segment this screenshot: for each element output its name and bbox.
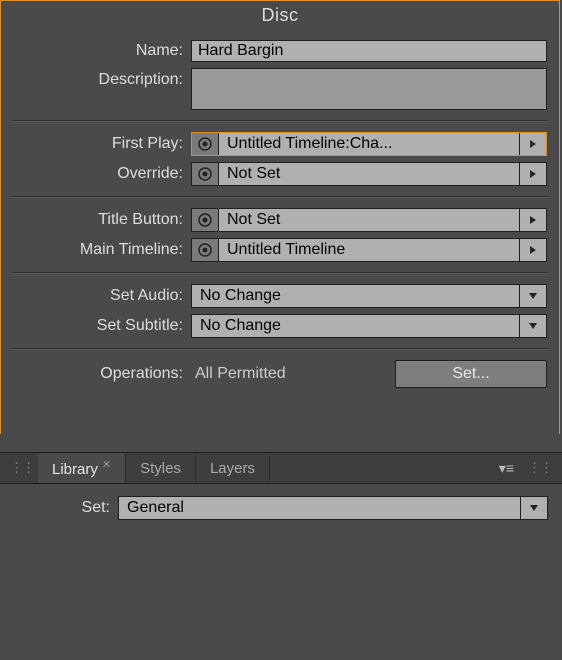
row-title-button: Title Button: Not Set bbox=[13, 208, 547, 232]
label-library-set: Set: bbox=[14, 499, 118, 517]
target-icon[interactable] bbox=[191, 162, 219, 186]
target-icon[interactable] bbox=[191, 208, 219, 232]
divider bbox=[13, 196, 547, 198]
tab-layers[interactable]: Layers bbox=[196, 455, 270, 482]
divider bbox=[13, 348, 547, 350]
main-timeline-value[interactable]: Untitled Timeline bbox=[219, 238, 519, 262]
override-menu-button[interactable] bbox=[519, 162, 547, 186]
row-name: Name: bbox=[13, 40, 547, 62]
row-operations: Operations: All Permitted Set... bbox=[13, 360, 547, 388]
grip-icon[interactable]: ⋮⋮ bbox=[524, 460, 556, 476]
main-timeline-picker[interactable]: Untitled Timeline bbox=[191, 238, 547, 262]
target-icon[interactable] bbox=[191, 238, 219, 262]
override-value[interactable]: Not Set bbox=[219, 162, 519, 186]
description-input[interactable] bbox=[191, 68, 547, 110]
name-input[interactable] bbox=[191, 40, 547, 62]
library-set-dropdown[interactable]: General bbox=[118, 496, 548, 520]
override-picker[interactable]: Not Set bbox=[191, 162, 547, 186]
panel-menu-icon[interactable]: ▾≡ bbox=[489, 460, 524, 477]
main-timeline-menu-button[interactable] bbox=[519, 238, 547, 262]
panel-tab-bar: ⋮⋮ Library ✕ Styles Layers ▾≡ ⋮⋮ bbox=[0, 452, 562, 484]
title-button-picker[interactable]: Not Set bbox=[191, 208, 547, 232]
target-icon[interactable] bbox=[191, 132, 219, 156]
row-set-audio: Set Audio: No Change bbox=[13, 284, 547, 308]
tab-label: Library bbox=[52, 461, 98, 478]
row-override: Override: Not Set bbox=[13, 162, 547, 186]
tab-label: Styles bbox=[140, 460, 181, 477]
operations-value: All Permitted bbox=[191, 365, 286, 383]
title-button-menu-button[interactable] bbox=[519, 208, 547, 232]
first-play-value[interactable]: Untitled Timeline:Cha... bbox=[219, 132, 519, 156]
label-first-play: First Play: bbox=[13, 135, 191, 153]
divider bbox=[13, 120, 547, 122]
label-override: Override: bbox=[13, 165, 191, 183]
label-title-button: Title Button: bbox=[13, 211, 191, 229]
row-first-play: First Play: Untitled Timeline:Cha... bbox=[13, 132, 547, 156]
set-subtitle-value[interactable]: No Change bbox=[191, 314, 519, 338]
disc-properties-panel: Disc Name: Description: First Play: Unti… bbox=[0, 0, 560, 434]
tab-library[interactable]: Library ✕ bbox=[38, 453, 126, 483]
first-play-picker[interactable]: Untitled Timeline:Cha... bbox=[191, 132, 547, 156]
grip-icon[interactable]: ⋮⋮ bbox=[6, 460, 38, 476]
tab-label: Layers bbox=[210, 460, 255, 477]
set-button[interactable]: Set... bbox=[395, 360, 547, 388]
set-audio-value[interactable]: No Change bbox=[191, 284, 519, 308]
first-play-menu-button[interactable] bbox=[519, 132, 547, 156]
label-set-audio: Set Audio: bbox=[13, 287, 191, 305]
label-set-subtitle: Set Subtitle: bbox=[13, 317, 191, 335]
library-set-value[interactable]: General bbox=[118, 496, 520, 520]
chevron-down-icon[interactable] bbox=[519, 284, 547, 308]
label-description: Description: bbox=[13, 68, 191, 89]
tab-styles[interactable]: Styles bbox=[126, 455, 196, 482]
label-name: Name: bbox=[13, 42, 191, 60]
chevron-down-icon[interactable] bbox=[519, 314, 547, 338]
close-icon[interactable]: ✕ bbox=[102, 459, 111, 471]
row-main-timeline: Main Timeline: Untitled Timeline bbox=[13, 238, 547, 262]
row-description: Description: bbox=[13, 68, 547, 110]
set-subtitle-dropdown[interactable]: No Change bbox=[191, 314, 547, 338]
row-set-subtitle: Set Subtitle: No Change bbox=[13, 314, 547, 338]
panel-title: Disc bbox=[13, 1, 547, 34]
title-button-value[interactable]: Not Set bbox=[219, 208, 519, 232]
row-library-set: Set: General bbox=[0, 484, 562, 520]
label-main-timeline: Main Timeline: bbox=[13, 241, 191, 259]
divider bbox=[13, 272, 547, 274]
label-operations: Operations: bbox=[13, 365, 191, 383]
set-audio-dropdown[interactable]: No Change bbox=[191, 284, 547, 308]
chevron-down-icon[interactable] bbox=[520, 496, 548, 520]
